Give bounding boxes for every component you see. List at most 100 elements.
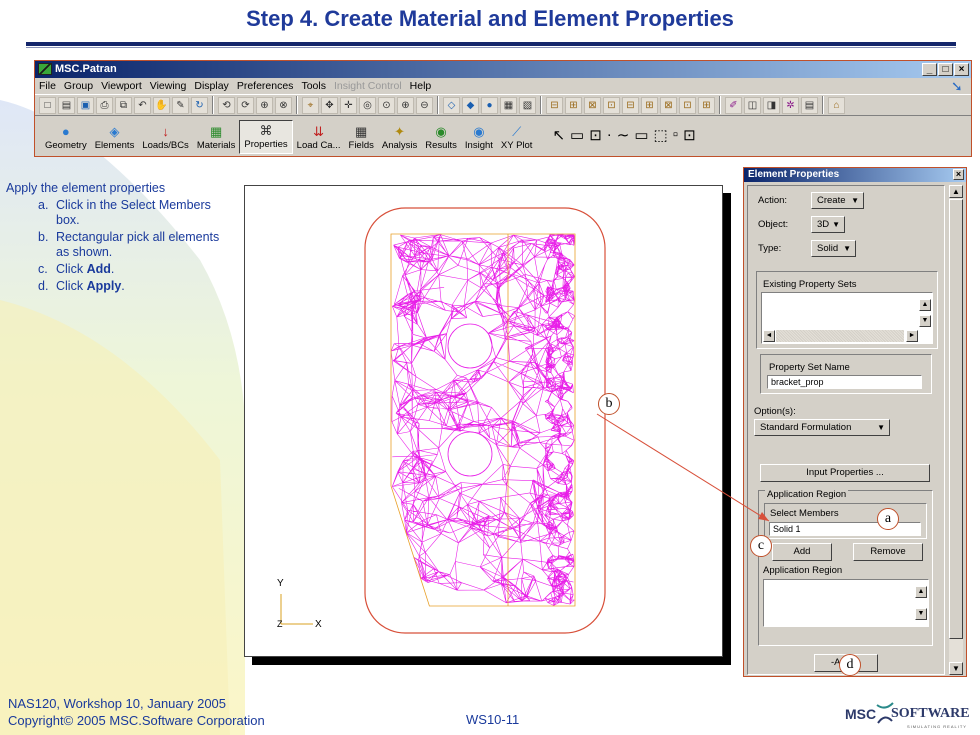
form-vertical-scrollbar[interactable]: ▲ ▼ — [949, 185, 963, 675]
scroll-left-icon[interactable]: ◄ — [763, 330, 775, 342]
iso1-view-icon[interactable]: ⊠ — [660, 96, 677, 114]
horizontal-scrollbar[interactable] — [776, 330, 904, 342]
label-control-icon[interactable]: ▤ — [801, 96, 818, 114]
iso3-view-icon[interactable]: ⊞ — [698, 96, 715, 114]
app-button-properties[interactable]: ⌘ Properties — [239, 120, 293, 154]
rotate-xy-icon[interactable]: ⟳ — [237, 96, 254, 114]
app-button-fields[interactable]: ▦ Fields — [345, 120, 378, 154]
scroll-down-icon[interactable]: ▼ — [919, 315, 931, 327]
menu-file[interactable]: File — [39, 78, 56, 94]
pick-tool-icon[interactable]: ∼ — [617, 126, 630, 144]
plot-erase-icon[interactable]: ✐ — [725, 96, 742, 114]
scroll-down-icon[interactable]: ▼ — [915, 608, 927, 620]
refresh-icon[interactable]: ↻ — [191, 96, 208, 114]
options-dropdown[interactable]: Standard Formulation ▼ — [754, 419, 890, 436]
app-button-load-ca[interactable]: ⇊ Load Ca... — [293, 120, 345, 154]
app-button-insight[interactable]: ◉ Insight — [461, 120, 497, 154]
app-button-elements[interactable]: ◈ Elements — [91, 120, 139, 154]
open-file-icon[interactable]: ▤ — [58, 96, 75, 114]
right-view-icon[interactable]: ⊞ — [641, 96, 658, 114]
add-button[interactable]: Add — [772, 543, 832, 561]
menu-group[interactable]: Group — [64, 78, 93, 94]
zoom-box-icon[interactable]: ⊙ — [378, 96, 395, 114]
app-button-results[interactable]: ◉ Results — [421, 120, 461, 154]
left-view-icon[interactable]: ⊟ — [622, 96, 639, 114]
view-corners-icon[interactable]: ✛ — [340, 96, 357, 114]
pick-tool-icon[interactable]: ⊡ — [589, 126, 602, 144]
iso2-view-icon[interactable]: ⊡ — [679, 96, 696, 114]
hidden-line-icon[interactable]: ◆ — [462, 96, 479, 114]
print-icon[interactable]: ⎙ — [96, 96, 113, 114]
show-all-icon[interactable]: ◨ — [763, 96, 780, 114]
menu-viewport[interactable]: Viewport — [101, 78, 142, 94]
pick-tool-icon[interactable]: ↖ — [552, 126, 565, 144]
cube-icon[interactable]: ◫ — [744, 96, 761, 114]
app-button-xy-plot[interactable]: ⟋ XY Plot — [497, 120, 537, 154]
rotate-icon[interactable]: ⟲ — [218, 96, 235, 114]
copy-icon[interactable]: ⧉ — [115, 96, 132, 114]
form-close-button[interactable]: × — [953, 169, 964, 180]
zoom-out-icon[interactable]: ⊖ — [416, 96, 433, 114]
pan-hand-icon[interactable]: ✋ — [153, 96, 170, 114]
reset-graphics-icon[interactable]: ✎ — [172, 96, 189, 114]
remove-button[interactable]: Remove — [853, 543, 923, 561]
show-labels-icon[interactable]: ▦ — [500, 96, 517, 114]
scroll-down-icon[interactable]: ▼ — [949, 662, 963, 675]
pick-tool-icon[interactable]: ▭ — [570, 126, 584, 144]
rotate-z-icon[interactable]: ⊕ — [256, 96, 273, 114]
close-button[interactable]: × — [954, 63, 969, 76]
rotation-center-icon[interactable]: ◎ — [359, 96, 376, 114]
view-center-icon[interactable]: ⊗ — [275, 96, 292, 114]
pick-tool-icon[interactable]: ⬚ — [654, 126, 668, 144]
scroll-right-icon[interactable]: ► — [906, 330, 918, 342]
app-button-label: Geometry — [45, 140, 87, 151]
menu-preferences[interactable]: Preferences — [237, 78, 294, 94]
app-button-materials[interactable]: ▦ Materials — [193, 120, 240, 154]
pick-tool-icon[interactable]: ⊡ — [683, 126, 696, 144]
pick-tool-icon[interactable]: ▭ — [634, 126, 648, 144]
hide-labels-icon[interactable]: ▧ — [519, 96, 536, 114]
app-button-analysis[interactable]: ✦ Analysis — [378, 120, 421, 154]
top-view-icon[interactable]: ⊠ — [584, 96, 601, 114]
minimize-button[interactable]: _ — [922, 63, 937, 76]
pick-tool-icon[interactable]: ▫ — [673, 126, 678, 144]
materials-icon: ▦ — [209, 124, 223, 139]
menu-display[interactable]: Display — [194, 78, 228, 94]
home-icon[interactable]: ⌂ — [828, 96, 845, 114]
menu-help[interactable]: Help — [410, 78, 432, 94]
save-icon[interactable]: ▣ — [77, 96, 94, 114]
entity-color-icon[interactable]: ✲ — [782, 96, 799, 114]
pick-tool-icon[interactable]: · — [607, 126, 612, 144]
object-dropdown[interactable]: 3D ▼ — [811, 216, 845, 233]
existing-sets-list[interactable]: ▲ ▼ ◄ ► — [761, 292, 933, 344]
menu-viewing[interactable]: Viewing — [150, 78, 187, 94]
maximize-button[interactable]: □ — [938, 63, 953, 76]
select-members-input[interactable]: Solid 1 — [769, 522, 921, 536]
scroll-up-icon[interactable]: ▲ — [919, 299, 931, 311]
fit-view-icon[interactable]: ⌖ — [302, 96, 319, 114]
msc-software-logo: MSC SOFTWARE SIMULATING REALITY — [845, 701, 970, 731]
select-members-label: Select Members — [770, 508, 839, 519]
property-set-name-input[interactable]: bracket_prop — [767, 375, 922, 389]
undo-icon[interactable]: ↶ — [134, 96, 151, 114]
new-file-icon[interactable]: □ — [39, 96, 56, 114]
input-properties-button[interactable]: Input Properties ... — [760, 464, 930, 482]
app-button-geometry[interactable]: ● Geometry — [41, 120, 91, 154]
graphics-viewport[interactable]: Y X Z — [244, 185, 723, 657]
scrollbar-thumb[interactable] — [949, 199, 963, 639]
menu-tools[interactable]: Tools — [301, 78, 326, 94]
wireframe-icon[interactable]: ◇ — [443, 96, 460, 114]
zoom-in-icon[interactable]: ⊕ — [397, 96, 414, 114]
type-dropdown[interactable]: Solid ▼ — [811, 240, 856, 257]
load-ca-icon: ⇊ — [313, 124, 325, 139]
app-button-loads-bcs[interactable]: ↓ Loads/BCs — [138, 120, 192, 154]
shaded-icon[interactable]: ● — [481, 96, 498, 114]
translate-icon[interactable]: ✥ — [321, 96, 338, 114]
scroll-up-icon[interactable]: ▲ — [949, 185, 963, 198]
front-view-icon[interactable]: ⊟ — [546, 96, 563, 114]
bottom-view-icon[interactable]: ⊡ — [603, 96, 620, 114]
application-region-list[interactable]: ▲ ▼ — [763, 579, 929, 627]
scroll-up-icon[interactable]: ▲ — [915, 586, 927, 598]
rear-view-icon[interactable]: ⊞ — [565, 96, 582, 114]
action-dropdown[interactable]: Create ▼ — [811, 192, 864, 209]
